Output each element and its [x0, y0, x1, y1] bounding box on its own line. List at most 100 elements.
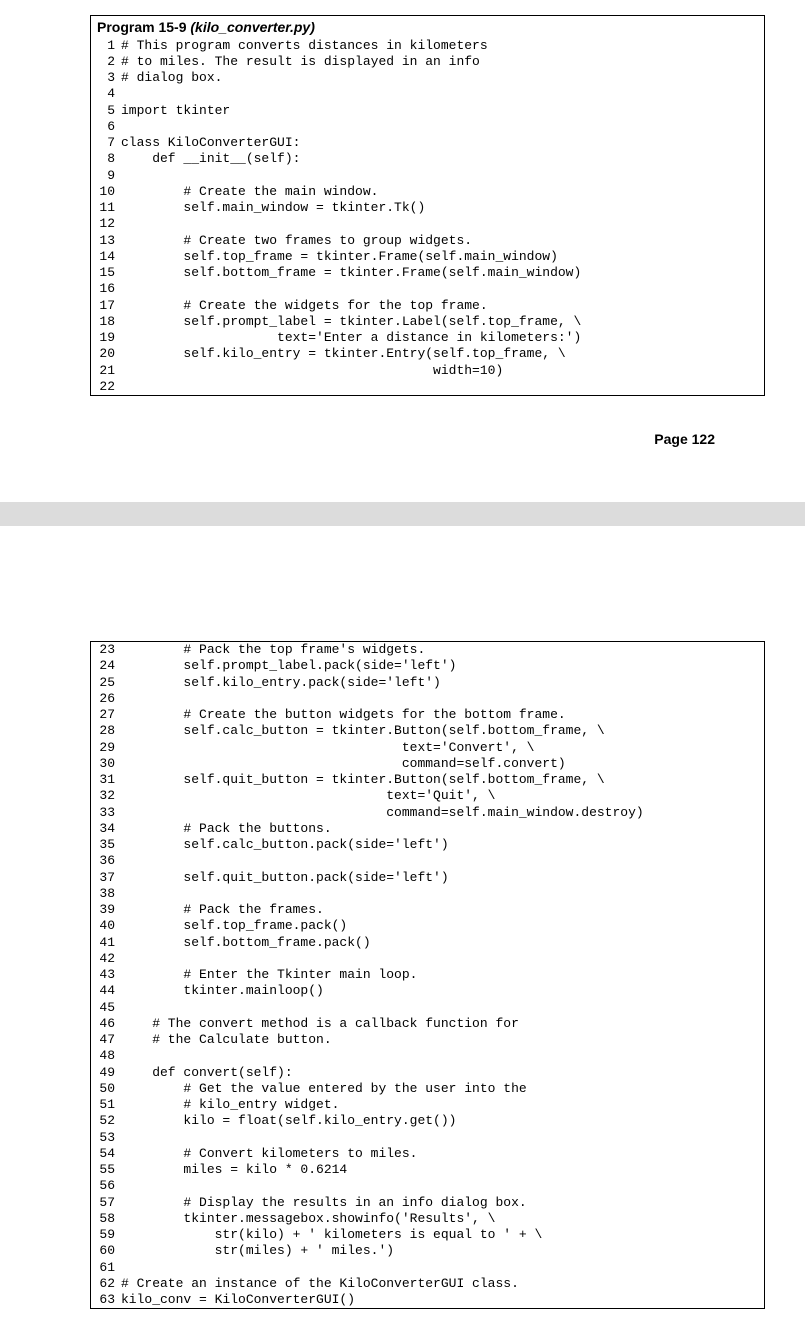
line-number: 36 [91, 853, 121, 869]
code-row: 45 [91, 1000, 764, 1016]
code-row: 54 # Convert kilometers to miles. [91, 1146, 764, 1162]
code-row: 36 [91, 853, 764, 869]
code-line: self.prompt_label = tkinter.Label(self.t… [121, 314, 764, 330]
code-line: def convert(self): [121, 1065, 764, 1081]
line-number: 18 [91, 314, 121, 330]
line-number: 30 [91, 756, 121, 772]
code-line: self.bottom_frame.pack() [121, 935, 764, 951]
code-line: self.calc_button = tkinter.Button(self.b… [121, 723, 764, 739]
code-row: 4 [91, 86, 764, 102]
code-line: # Create an instance of the KiloConverte… [121, 1276, 764, 1292]
code-line: self.bottom_frame = tkinter.Frame(self.m… [121, 265, 764, 281]
line-number: 32 [91, 788, 121, 804]
code-line [121, 1000, 764, 1016]
page-section-2: 23 # Pack the top frame's widgets.24 sel… [0, 626, 805, 1319]
line-number: 47 [91, 1032, 121, 1048]
line-number: 17 [91, 298, 121, 314]
code-line: # Convert kilometers to miles. [121, 1146, 764, 1162]
code-line: text='Convert', \ [121, 740, 764, 756]
code-row: 48 [91, 1048, 764, 1064]
code-line: tkinter.mainloop() [121, 983, 764, 999]
code-row: 2# to miles. The result is displayed in … [91, 54, 764, 70]
line-number: 46 [91, 1016, 121, 1032]
code-line: class KiloConverterGUI: [121, 135, 764, 151]
code-line: text='Quit', \ [121, 788, 764, 804]
line-number: 16 [91, 281, 121, 297]
code-line: # dialog box. [121, 70, 764, 86]
code-line: miles = kilo * 0.6214 [121, 1162, 764, 1178]
line-number: 37 [91, 870, 121, 886]
line-number: 22 [91, 379, 121, 395]
line-number: 48 [91, 1048, 121, 1064]
line-number: 35 [91, 837, 121, 853]
code-row: 12 [91, 216, 764, 232]
code-row: 57 # Display the results in an info dial… [91, 1195, 764, 1211]
code-line: command=self.convert) [121, 756, 764, 772]
code-row: 26 [91, 691, 764, 707]
code-row: 22 [91, 379, 764, 395]
code-row: 30 command=self.convert) [91, 756, 764, 772]
line-number: 59 [91, 1227, 121, 1243]
code-line [121, 1048, 764, 1064]
code-line [121, 1260, 764, 1276]
code-row: 49 def convert(self): [91, 1065, 764, 1081]
code-line: self.top_frame = tkinter.Frame(self.main… [121, 249, 764, 265]
line-number: 39 [91, 902, 121, 918]
code-row: 20 self.kilo_entry = tkinter.Entry(self.… [91, 346, 764, 362]
code-line [121, 281, 764, 297]
code-row: 35 self.calc_button.pack(side='left') [91, 837, 764, 853]
code-row: 52 kilo = float(self.kilo_entry.get()) [91, 1113, 764, 1129]
code-row: 5import tkinter [91, 103, 764, 119]
code-row: 63kilo_conv = KiloConverterGUI() [91, 1292, 764, 1308]
code-row: 33 command=self.main_window.destroy) [91, 805, 764, 821]
code-table-2: 23 # Pack the top frame's widgets.24 sel… [91, 642, 764, 1308]
code-row: 41 self.bottom_frame.pack() [91, 935, 764, 951]
line-number: 6 [91, 119, 121, 135]
code-row: 15 self.bottom_frame = tkinter.Frame(sel… [91, 265, 764, 281]
code-row: 40 self.top_frame.pack() [91, 918, 764, 934]
code-row: 60 str(miles) + ' miles.') [91, 1243, 764, 1259]
line-number: 57 [91, 1195, 121, 1211]
code-line: # kilo_entry widget. [121, 1097, 764, 1113]
code-line [121, 691, 764, 707]
line-number: 2 [91, 54, 121, 70]
code-row: 46 # The convert method is a callback fu… [91, 1016, 764, 1032]
line-number: 1 [91, 38, 121, 54]
line-number: 63 [91, 1292, 121, 1308]
line-number: 42 [91, 951, 121, 967]
code-line [121, 216, 764, 232]
code-row: 44 tkinter.mainloop() [91, 983, 764, 999]
line-number: 43 [91, 967, 121, 983]
line-number: 60 [91, 1243, 121, 1259]
line-number: 21 [91, 363, 121, 379]
code-line: self.top_frame.pack() [121, 918, 764, 934]
code-line: self.main_window = tkinter.Tk() [121, 200, 764, 216]
program-filename: (kilo_converter.py) [190, 19, 315, 35]
code-row: 62# Create an instance of the KiloConver… [91, 1276, 764, 1292]
code-row: 21 width=10) [91, 363, 764, 379]
code-line: # This program converts distances in kil… [121, 38, 764, 54]
code-line: # Enter the Tkinter main loop. [121, 967, 764, 983]
code-line: kilo_conv = KiloConverterGUI() [121, 1292, 764, 1308]
code-row: 39 # Pack the frames. [91, 902, 764, 918]
line-number: 62 [91, 1276, 121, 1292]
code-line: self.prompt_label.pack(side='left') [121, 658, 764, 674]
code-row: 50 # Get the value entered by the user i… [91, 1081, 764, 1097]
code-row: 51 # kilo_entry widget. [91, 1097, 764, 1113]
code-row: 9 [91, 168, 764, 184]
code-row: 1# This program converts distances in ki… [91, 38, 764, 54]
code-line: # Pack the top frame's widgets. [121, 642, 764, 658]
code-row: 32 text='Quit', \ [91, 788, 764, 804]
program-header: Program 15-9 (kilo_converter.py) [91, 16, 764, 38]
code-row: 6 [91, 119, 764, 135]
code-line [121, 86, 764, 102]
code-line: self.quit_button.pack(side='left') [121, 870, 764, 886]
line-number: 23 [91, 642, 121, 658]
code-line [121, 886, 764, 902]
line-number: 15 [91, 265, 121, 281]
code-row: 24 self.prompt_label.pack(side='left') [91, 658, 764, 674]
code-row: 37 self.quit_button.pack(side='left') [91, 870, 764, 886]
line-number: 61 [91, 1260, 121, 1276]
line-number: 52 [91, 1113, 121, 1129]
code-row: 10 # Create the main window. [91, 184, 764, 200]
